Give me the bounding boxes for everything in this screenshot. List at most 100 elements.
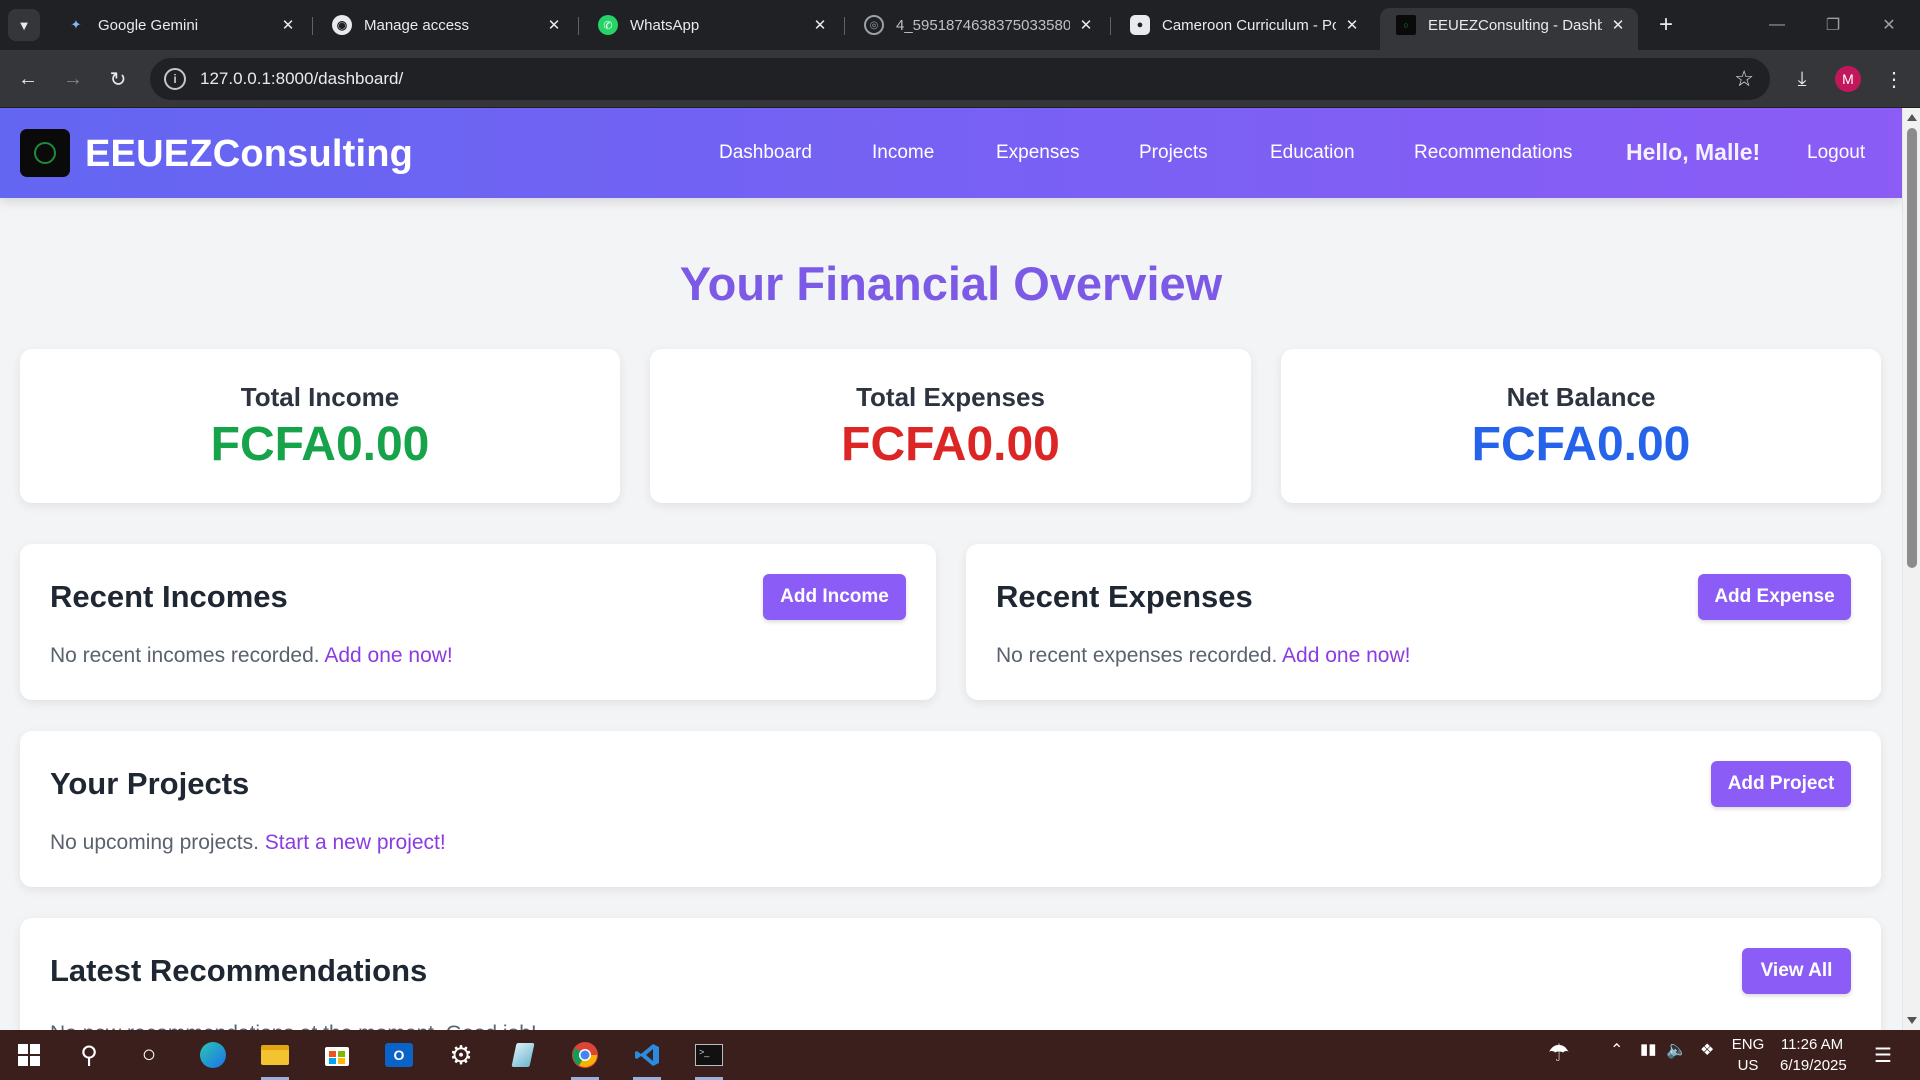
tab-divider	[578, 17, 579, 35]
downloads-icon[interactable]: ⤓	[1786, 63, 1818, 95]
close-tab-icon[interactable]: ✕	[544, 15, 564, 35]
outlook-icon[interactable]: O	[382, 1038, 416, 1072]
reload-button[interactable]: ↻	[100, 61, 136, 97]
wifi-icon[interactable]: ❖	[1700, 1040, 1714, 1060]
tab-image-file[interactable]: ◎ 4_5951874638375033580.p ✕	[848, 8, 1106, 42]
site-navbar: EEUEZConsulting Dashboard Income Expense…	[0, 108, 1902, 198]
minimize-window-button[interactable]: —	[1750, 8, 1804, 42]
site-info-icon[interactable]: i	[164, 68, 186, 90]
new-tab-button[interactable]: +	[1652, 11, 1680, 39]
microsoft-store-icon[interactable]	[320, 1038, 354, 1072]
nav-income[interactable]: Income	[872, 142, 934, 164]
tab-divider	[1110, 17, 1111, 35]
browser-toolbar: ← → ↻ i 127.0.0.1:8000/dashboard/ ☆ ⤓ M …	[0, 50, 1920, 108]
bookmark-star-icon[interactable]: ☆	[1734, 66, 1754, 92]
nav-projects[interactable]: Projects	[1139, 142, 1208, 164]
brand-logo[interactable]	[20, 129, 70, 177]
add-expense-link[interactable]: Add one now!	[1282, 644, 1410, 667]
view-all-button[interactable]: View All	[1742, 948, 1851, 994]
section-title: Recent Incomes	[50, 579, 288, 614]
nav-recommendations[interactable]: Recommendations	[1414, 142, 1572, 164]
tab-title: Manage access	[364, 16, 470, 34]
close-tab-icon[interactable]: ✕	[1342, 15, 1362, 35]
region-code: US	[1737, 1057, 1759, 1074]
browser-menu-icon[interactable]: ⋮	[1878, 63, 1910, 95]
close-window-button[interactable]: ✕	[1862, 8, 1916, 42]
tab-divider	[312, 17, 313, 35]
terminal-icon[interactable]: >_	[692, 1038, 726, 1080]
poe-icon: ●	[1130, 15, 1150, 35]
empty-message: No recent incomes recorded.	[50, 644, 320, 667]
add-income-link[interactable]: Add one now!	[324, 644, 452, 667]
tab-title: EEUEZConsulting - Dashbo	[1428, 16, 1602, 34]
file-explorer-icon[interactable]	[258, 1038, 292, 1080]
tab-cameroon-curriculum[interactable]: ● Cameroon Curriculum - Po ✕	[1114, 8, 1372, 42]
profile-button[interactable]: M	[1832, 63, 1864, 95]
tab-google-gemini[interactable]: ✦ Google Gemini ✕	[50, 8, 308, 42]
projects-panel: Your Projects Add Project No upcoming pr…	[20, 731, 1881, 887]
site-favicon-icon: ○	[1396, 15, 1416, 35]
recommendations-panel: Latest Recommendations View All No new r…	[20, 918, 1881, 1030]
volume-icon[interactable]: 🔈	[1666, 1040, 1687, 1060]
section-title: Your Projects	[50, 766, 250, 801]
vscode-icon[interactable]	[630, 1038, 664, 1080]
whatsapp-icon: ✆	[598, 15, 618, 35]
scrollbar-thumb[interactable]	[1907, 128, 1917, 568]
language-code: ENG	[1731, 1036, 1765, 1053]
task-view-icon[interactable]: ○	[132, 1038, 166, 1072]
scroll-down-arrow-icon[interactable]	[1907, 1017, 1917, 1024]
tab-eeuezconsulting-dashboard[interactable]: ○ EEUEZConsulting - Dashbo ✕	[1380, 8, 1638, 50]
clock-date: 6/19/2025	[1780, 1057, 1847, 1074]
system-clock[interactable]: 11:26 AM 6/19/2025	[1780, 1034, 1847, 1076]
url-text[interactable]: 127.0.0.1:8000/dashboard/	[200, 69, 403, 89]
tab-manage-access[interactable]: ◉ Manage access ✕	[316, 8, 574, 42]
nav-logout[interactable]: Logout	[1807, 142, 1865, 164]
brand-name[interactable]: EEUEZConsulting	[85, 133, 413, 176]
nav-education[interactable]: Education	[1270, 142, 1355, 164]
edge-browser-icon[interactable]	[196, 1038, 230, 1072]
section-title: Latest Recommendations	[50, 953, 428, 988]
start-project-link[interactable]: Start a new project!	[265, 831, 446, 854]
add-income-button[interactable]: Add Income	[763, 574, 906, 620]
gemini-icon: ✦	[70, 17, 82, 32]
settings-gear-icon[interactable]: ⚙	[444, 1038, 478, 1072]
chrome-icon[interactable]	[568, 1038, 602, 1080]
page-scrollbar[interactable]	[1902, 108, 1920, 1030]
page-viewport: EEUEZConsulting Dashboard Income Expense…	[0, 108, 1902, 1030]
close-tab-icon[interactable]: ✕	[1608, 15, 1628, 35]
restore-window-button[interactable]: ❐	[1806, 8, 1860, 42]
tab-title: Google Gemini	[98, 16, 199, 34]
stat-label: Total Income	[240, 382, 400, 412]
browser-tab-strip: ▼ ✦ Google Gemini ✕ ◉ Manage access ✕ ✆ …	[0, 0, 1920, 50]
nav-dashboard[interactable]: Dashboard	[719, 142, 812, 164]
add-expense-button[interactable]: Add Expense	[1698, 574, 1851, 620]
tab-search-button[interactable]: ▼	[8, 9, 40, 41]
close-tab-icon[interactable]: ✕	[1076, 15, 1096, 35]
show-hidden-icons-chevron-icon[interactable]: ⌃	[1610, 1040, 1623, 1060]
notepad-app-icon[interactable]	[506, 1038, 540, 1072]
total-expenses-card: Total Expenses FCFA0.00	[650, 349, 1251, 503]
globe-icon: ◎	[864, 15, 884, 35]
empty-message: No upcoming projects.	[50, 831, 259, 854]
windows-start-icon[interactable]	[12, 1038, 46, 1072]
address-bar[interactable]: i 127.0.0.1:8000/dashboard/ ☆	[150, 58, 1770, 100]
forward-button[interactable]: →	[55, 61, 91, 97]
add-project-button[interactable]: Add Project	[1711, 761, 1851, 807]
total-income-card: Total Income FCFA0.00	[20, 349, 620, 503]
back-button[interactable]: ←	[10, 61, 46, 97]
avatar: M	[1835, 66, 1861, 92]
close-tab-icon[interactable]: ✕	[278, 15, 298, 35]
battery-icon[interactable]: ▮▮	[1640, 1040, 1657, 1058]
scroll-up-arrow-icon[interactable]	[1907, 114, 1917, 121]
close-tab-icon[interactable]: ✕	[810, 15, 830, 35]
github-icon: ◉	[332, 15, 352, 35]
notifications-icon[interactable]: ☰	[1866, 1038, 1900, 1072]
language-indicator[interactable]: ENG US	[1728, 1034, 1768, 1076]
user-greeting: Hello, Malle!	[1626, 139, 1761, 165]
page-title: Your Financial Overview	[679, 257, 1223, 310]
empty-message: No new recommendations at the moment. Go…	[50, 1022, 537, 1030]
tab-whatsapp[interactable]: ✆ WhatsApp ✕	[582, 8, 840, 42]
weather-umbrella-icon[interactable]: ☂	[1548, 1039, 1570, 1068]
search-icon[interactable]: ⚲	[72, 1038, 106, 1072]
nav-expenses[interactable]: Expenses	[996, 142, 1079, 164]
